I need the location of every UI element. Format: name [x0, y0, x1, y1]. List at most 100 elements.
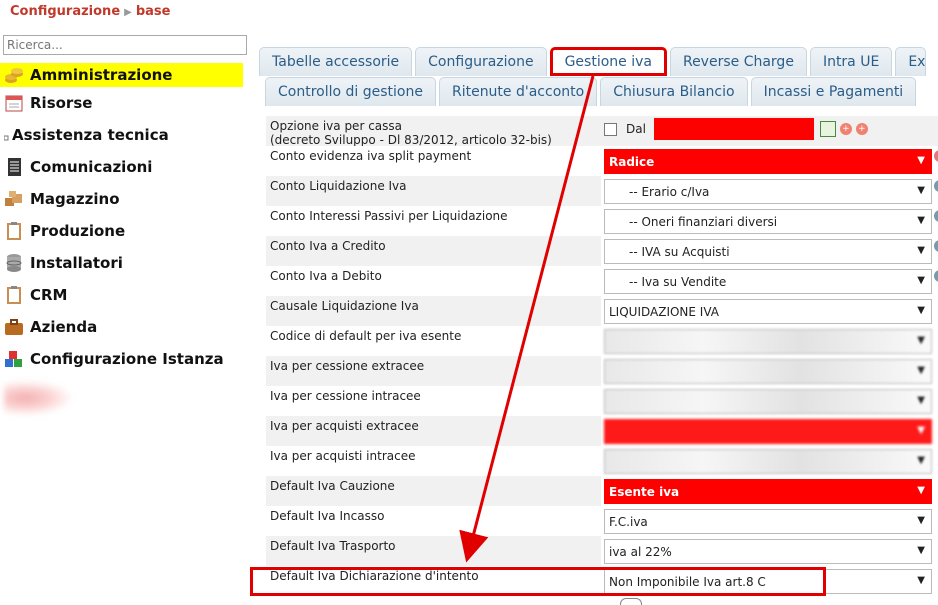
info-icon[interactable] [934, 150, 938, 162]
tab-configurazione[interactable]: Configurazione [415, 47, 547, 76]
iva-settings-form: Opzione iva per cassa (decreto Sviluppo -… [266, 116, 938, 596]
info-icon[interactable] [934, 270, 938, 282]
chevron-down-icon: ▼ [917, 185, 925, 196]
sidebar-item-crm[interactable]: CRM [0, 279, 246, 311]
tab-reverse-charge[interactable]: Reverse Charge [669, 47, 807, 76]
sidebar-item-label: Azienda [30, 318, 98, 336]
search-input[interactable] [3, 35, 247, 55]
sidebar-item-assistenza-tecnica[interactable]: Assistenza tecnica [0, 119, 246, 151]
chevron-down-icon: ▼ [917, 245, 925, 256]
chevron-down-icon: ▼ [917, 215, 925, 226]
iva-cessione-extracee-select[interactable]: ▼ [604, 359, 932, 384]
chevron-down-icon: ▼ [917, 485, 925, 496]
sidebar-item-configurazione-istanza[interactable]: Configurazione Istanza [0, 343, 246, 375]
breadcrumb-root[interactable]: Configurazione [10, 4, 120, 19]
form-row: Default Iva Incasso F.C.iva ▼ [266, 506, 938, 536]
form-row: Conto Interessi Passivi per Liquidazione… [266, 206, 938, 236]
remove-icon[interactable]: + [855, 123, 868, 135]
iva-acquisti-extracee-select[interactable]: ▼ [604, 419, 932, 444]
form-row: Conto evidenza iva split payment Radice ▼ [266, 146, 938, 176]
iva-acquisti-intracee-select[interactable]: ▼ [604, 449, 932, 474]
add-icon[interactable]: + [839, 123, 852, 135]
iva-per-cassa-checkbox[interactable] [604, 122, 617, 136]
database-icon [4, 253, 24, 273]
sidebar-item-label: CRM [30, 286, 68, 304]
sidebar-item-label: Comunicazioni [30, 158, 153, 176]
field-label: Default Iva Trasporto [266, 536, 601, 566]
breadcrumb-separator-icon: ▶ [124, 7, 132, 18]
tab-intra-ue[interactable]: Intra UE [809, 47, 893, 76]
form-row: Codice di default per iva esente ▼ [266, 326, 938, 356]
chevron-down-icon: ▼ [917, 275, 925, 286]
form-row: Iva per acquisti extracee ▼ [266, 416, 938, 446]
info-icon[interactable] [934, 180, 938, 192]
tab-bar: Tabelle accessorie Configurazione Gestio… [259, 46, 938, 106]
sidebar-item-label: Configurazione Istanza [30, 350, 224, 368]
field-label: Default Iva Incasso [266, 506, 601, 536]
iva-debito-account-select[interactable]: -- Iva su Vendite ▼ [604, 269, 932, 294]
codice-iva-esente-select[interactable]: ▼ [604, 329, 932, 354]
sidebar-item-amministrazione[interactable]: Amministrazione [0, 63, 243, 87]
chevron-down-icon: ▼ [917, 575, 925, 586]
form-row-opzione-iva-per-cassa: Opzione iva per cassa (decreto Sviluppo -… [266, 116, 938, 147]
tab-ex[interactable]: Ex [895, 47, 927, 76]
sidebar-item-label: Magazzino [30, 190, 120, 208]
redacted-item [4, 380, 74, 416]
sidebar-item-risorse[interactable]: Risorse [0, 87, 246, 119]
iva-cessione-intracee-select[interactable]: ▼ [604, 389, 932, 414]
form-row: Iva per cessione intracee ▼ [266, 386, 938, 416]
tab-incassi-e-pagamenti[interactable]: Incassi e Pagamenti [750, 77, 917, 106]
causale-liquidazione-select[interactable]: LIQUIDAZIONE IVA ▼ [604, 299, 932, 324]
form-row: Default Iva Trasporto iva al 22% ▼ [266, 536, 938, 566]
sidebar-item-magazzino[interactable]: Magazzino [0, 183, 246, 215]
coins-icon [4, 65, 24, 85]
field-label: Default Iva Cauzione [266, 476, 601, 506]
sidebar-item-label: Installatori [30, 254, 123, 272]
field-label: Conto Liquidazione Iva [266, 176, 601, 206]
liquidazione-account-select[interactable]: -- Erario c/Iva ▼ [604, 179, 932, 204]
chevron-down-icon: ▼ [917, 425, 925, 436]
chevron-down-icon: ▼ [917, 365, 925, 376]
sidebar-item-installatori[interactable]: Installatori [0, 247, 246, 279]
form-row: Default Iva Cauzione Esente iva ▼ [266, 476, 938, 506]
tab-gestione-iva[interactable]: Gestione iva [549, 47, 667, 76]
field-label: Conto Iva a Debito [266, 266, 601, 296]
field-label: Causale Liquidazione Iva [266, 296, 601, 326]
tab-controllo-di-gestione[interactable]: Controllo di gestione [265, 77, 436, 106]
document-icon [4, 157, 24, 177]
form-row: Default Iva Dichiarazione d'intento Non … [266, 566, 938, 596]
tab-chiusura-bilancio[interactable]: Chiusura Bilancio [600, 77, 748, 106]
default-iva-dichiarazione-intento-select[interactable]: Non Imponibile Iva art.8 C ▼ [604, 569, 932, 594]
default-iva-cauzione-select[interactable]: Esente iva ▼ [604, 479, 932, 504]
info-icon[interactable] [934, 210, 938, 222]
sidebar: Amministrazione Risorse Assistenza tecni… [0, 63, 246, 375]
iva-credito-account-select[interactable]: -- IVA su Acquisti ▼ [604, 239, 932, 264]
chevron-down-icon: ▼ [917, 155, 925, 166]
field-label: Conto evidenza iva split payment [266, 146, 601, 176]
sidebar-item-label: Produzione [30, 222, 126, 240]
sidebar-item-label: Amministrazione [30, 66, 173, 84]
info-icon[interactable] [934, 240, 938, 252]
field-label: Codice di default per iva esente [266, 326, 601, 356]
interessi-passivi-account-select[interactable]: -- Oneri finanziari diversi ▼ [604, 209, 932, 234]
blocks-icon [4, 349, 24, 369]
calendar-icon[interactable] [819, 121, 836, 137]
chevron-down-icon: ▼ [917, 455, 925, 466]
tab-ritenute-d-acconto[interactable]: Ritenute d'acconto [438, 77, 598, 106]
form-row: Conto Liquidazione Iva -- Erario c/Iva ▼ [266, 176, 938, 206]
clipboard-icon [4, 285, 24, 305]
iva-per-cassa-controls: Dal + + [604, 118, 868, 140]
boxes-icon [4, 189, 24, 209]
sidebar-item-produzione[interactable]: Produzione [0, 215, 246, 247]
split-payment-account-select[interactable]: Radice ▼ [604, 149, 932, 174]
breadcrumb: Configurazione ▶ base [10, 4, 170, 19]
form-row: Iva per cessione extracee ▼ [266, 356, 938, 386]
default-iva-incasso-select[interactable]: F.C.iva ▼ [604, 509, 932, 534]
tab-tabelle-accessorie[interactable]: Tabelle accessorie [259, 47, 413, 76]
sidebar-item-comunicazioni[interactable]: Comunicazioni [0, 151, 246, 183]
chevron-down-icon: ▼ [917, 515, 925, 526]
default-iva-trasporto-select[interactable]: iva al 22% ▼ [604, 539, 932, 564]
field-label: Conto Interessi Passivi per Liquidazione [266, 206, 601, 236]
sidebar-item-azienda[interactable]: Azienda [0, 311, 246, 343]
dal-date-input[interactable] [653, 118, 814, 140]
